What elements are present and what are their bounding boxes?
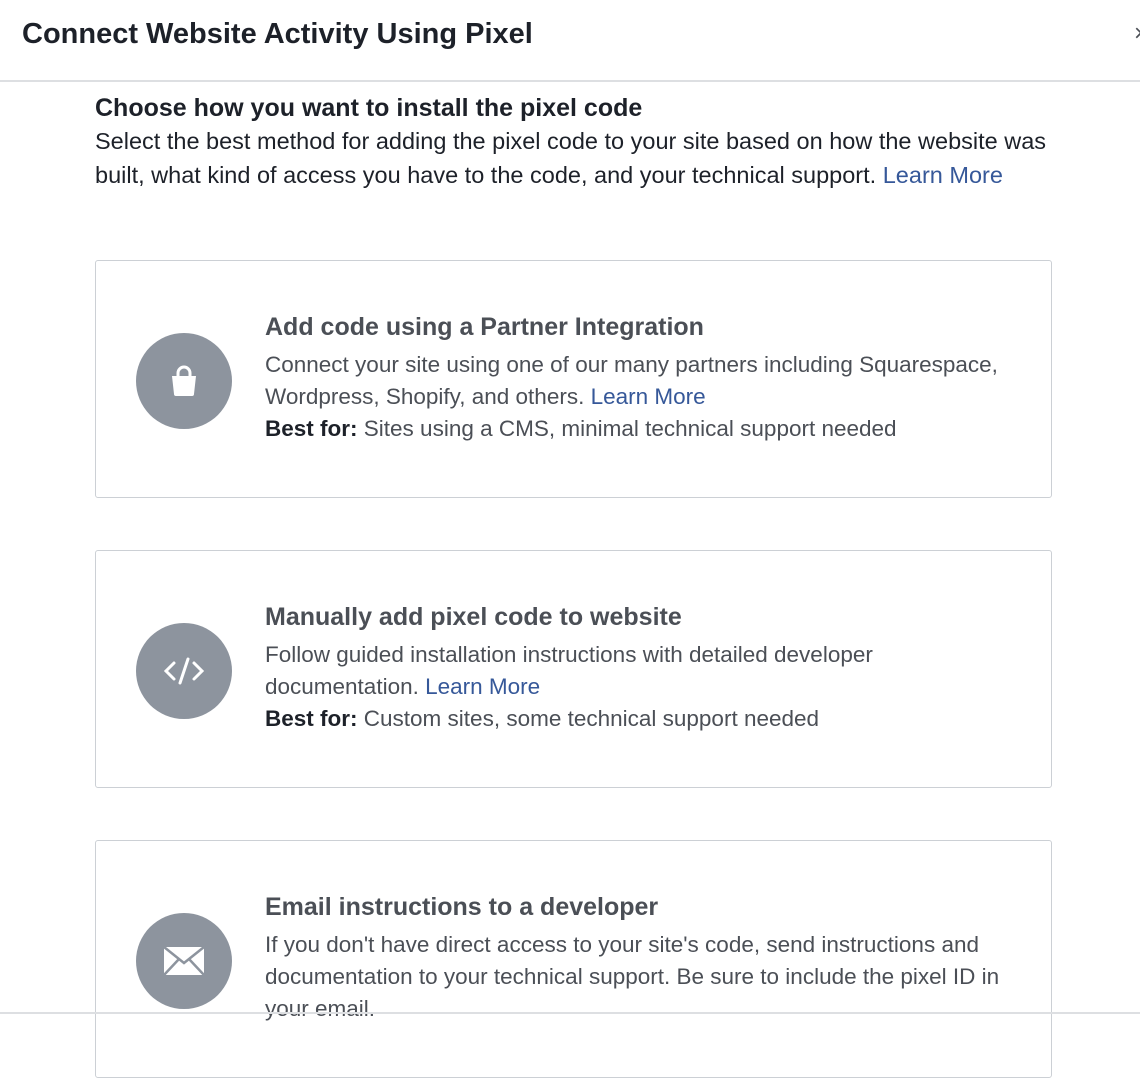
section-heading: Choose how you want to install the pixel… xyxy=(95,94,643,122)
option-title: Add code using a Partner Integration xyxy=(265,313,704,341)
divider xyxy=(0,1012,1140,1014)
dialog-title: Connect Website Activity Using Pixel xyxy=(22,18,533,50)
code-icon xyxy=(136,623,232,719)
learn-more-link[interactable]: Learn More xyxy=(591,384,706,409)
shopping-bag-icon xyxy=(136,333,232,429)
section-description: Select the best method for adding the pi… xyxy=(95,128,1047,188)
envelope-icon xyxy=(136,913,232,1009)
option-description: If you don't have direct access to your … xyxy=(265,932,1000,1021)
option-description: Connect your site using one of our many … xyxy=(265,352,998,409)
close-button[interactable]: × xyxy=(1134,20,1140,48)
option-title: Email instructions to a developer xyxy=(265,893,659,921)
learn-more-link[interactable]: Learn More xyxy=(425,674,540,699)
learn-more-link[interactable]: Learn More xyxy=(883,162,1003,188)
option-partner-integration[interactable]: Add code using a Partner Integration Con… xyxy=(95,260,1052,498)
intro: Choose how you want to install the pixel… xyxy=(95,92,1065,192)
option-description: Follow guided installation instructions … xyxy=(265,642,873,699)
dialog-header: Connect Website Activity Using Pixel × xyxy=(0,0,1140,82)
best-for: Best for: Sites using a CMS, minimal tec… xyxy=(265,416,897,441)
best-for: Best for: Custom sites, some technical s… xyxy=(265,706,820,731)
option-email-developer[interactable]: Email instructions to a developer If you… xyxy=(95,840,1052,1078)
option-manual-install[interactable]: Manually add pixel code to website Follo… xyxy=(95,550,1052,788)
option-title: Manually add pixel code to website xyxy=(265,603,682,631)
